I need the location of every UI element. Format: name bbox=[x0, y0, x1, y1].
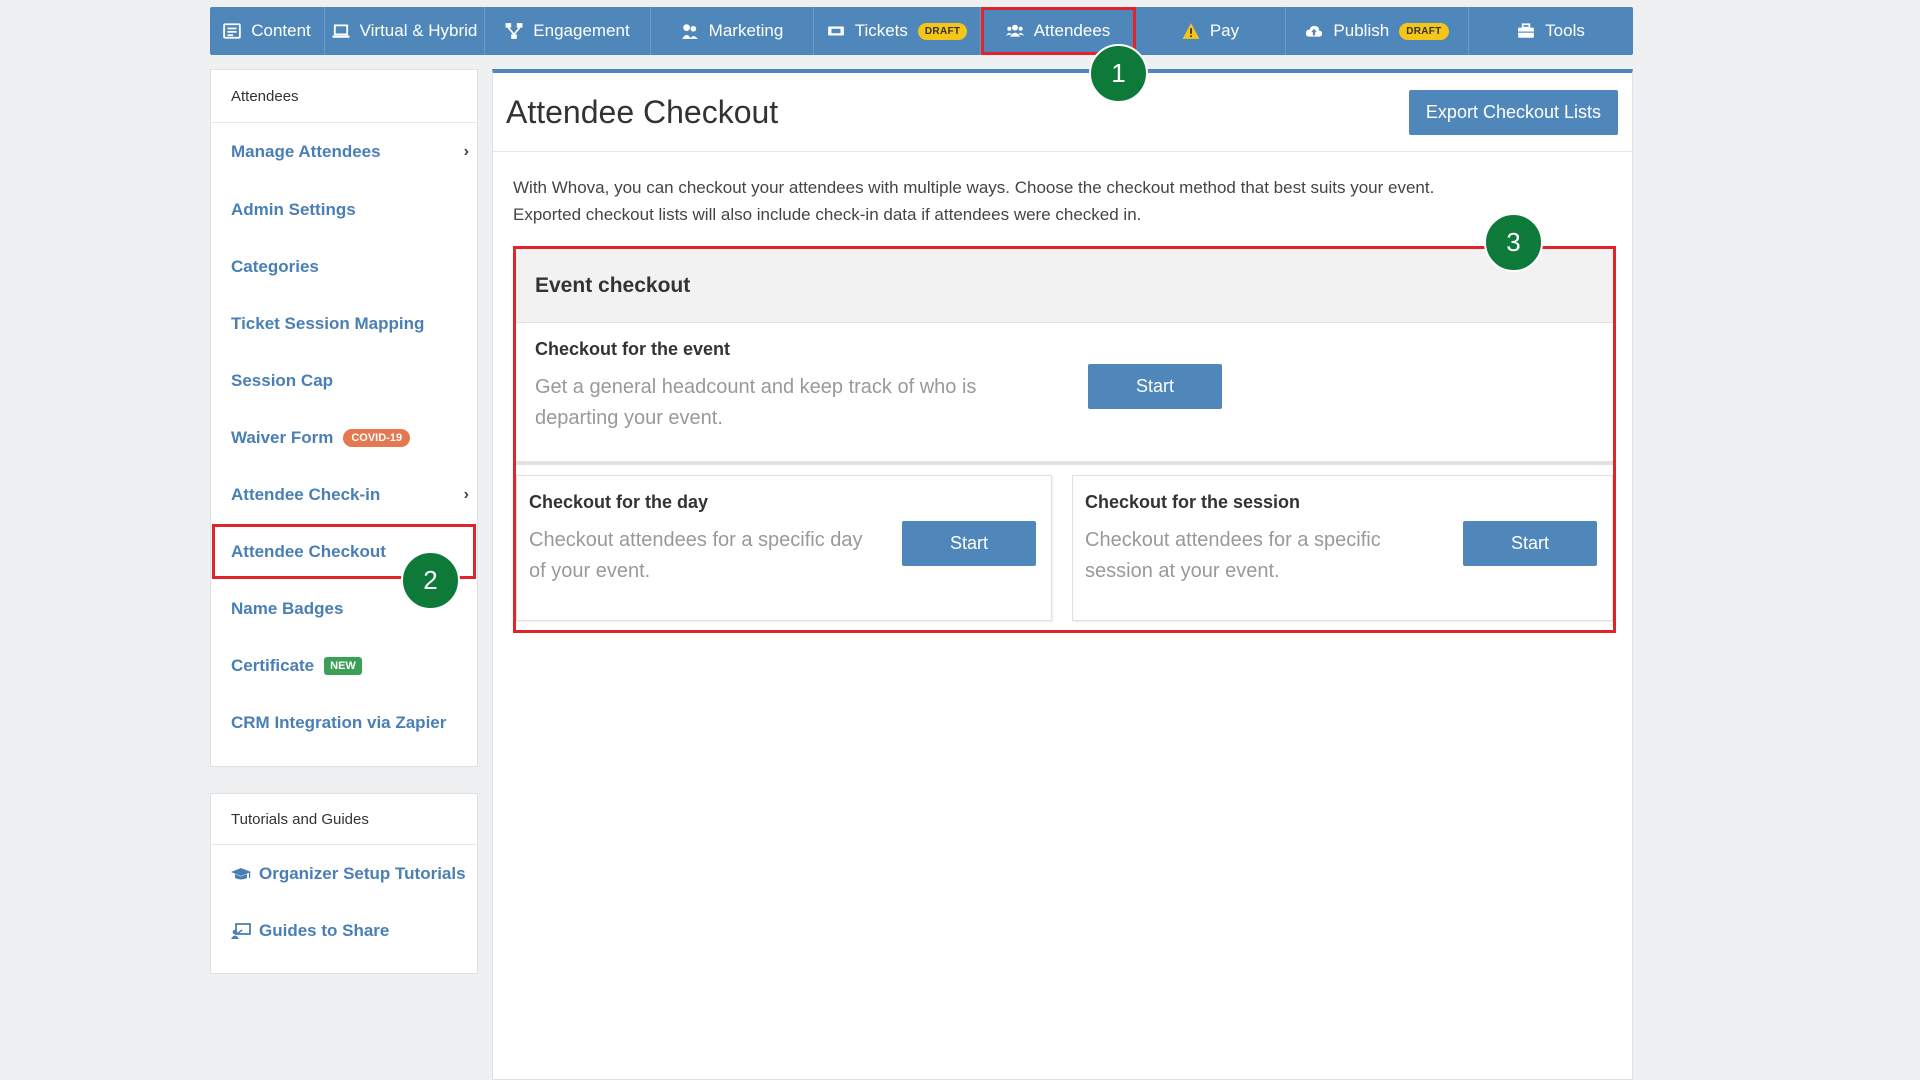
checkout-session-description: Checkout attendees for a specific sessio… bbox=[1085, 529, 1381, 582]
sidebar-item-label: Session Cap bbox=[231, 370, 334, 390]
megaphone-icon bbox=[681, 22, 699, 40]
step-marker-2: 2 bbox=[401, 551, 460, 610]
checkout-session-card: Checkout for the session Checkout attend… bbox=[1072, 475, 1613, 621]
nav-publish[interactable]: Publish DRAFT bbox=[1286, 7, 1469, 55]
sidebar-item-label: Waiver Form bbox=[231, 427, 334, 447]
sidebar-item-ticket-session-mapping[interactable]: Ticket Session Mapping bbox=[211, 295, 477, 352]
sidebar-item-label: Name Badges bbox=[231, 598, 344, 618]
nav-tools[interactable]: Tools bbox=[1469, 7, 1633, 55]
checkout-event-title: Checkout for the event bbox=[535, 339, 731, 359]
nav-tools-label: Tools bbox=[1545, 21, 1585, 40]
main-panel: Attendee Checkout Export Checkout Lists … bbox=[492, 69, 1633, 1080]
tutorials-header: Tutorials and Guides bbox=[211, 794, 477, 845]
nav-marketing[interactable]: Marketing bbox=[651, 7, 814, 55]
sidebar-item-waiver-form[interactable]: Waiver Form COVID-19 bbox=[211, 409, 477, 466]
nav-content[interactable]: Content bbox=[210, 7, 325, 55]
sidebar-header: Attendees bbox=[211, 70, 477, 123]
nav-pay-label: Pay bbox=[1209, 21, 1240, 40]
event-checkout-section: Event checkout Checkout for the event Ge… bbox=[513, 246, 1616, 633]
network-icon bbox=[505, 22, 523, 40]
toolbox-icon bbox=[1517, 22, 1535, 40]
sidebar-item-crm-integration[interactable]: CRM Integration via Zapier bbox=[211, 694, 477, 751]
nav-tickets-label: Tickets bbox=[854, 21, 908, 40]
page-title: Attendee Checkout bbox=[506, 93, 779, 130]
warning-icon bbox=[1182, 22, 1200, 40]
nav-tickets[interactable]: Tickets DRAFT bbox=[814, 7, 981, 55]
nav-content-label: Content bbox=[251, 21, 311, 40]
nav-publish-label: Publish bbox=[1333, 21, 1390, 40]
top-navigation: Content Virtual & Hybrid Engagement Mark… bbox=[210, 7, 1633, 55]
sidebar-item-label: Organizer Setup Tutorials bbox=[259, 863, 466, 883]
draft-badge: DRAFT bbox=[917, 22, 968, 40]
attendees-sidebar: Attendees Manage Attendees › Admin Setti… bbox=[210, 69, 478, 767]
covid-tag: COVID-19 bbox=[343, 428, 411, 447]
sidebar-item-certificate[interactable]: Certificate NEW bbox=[211, 637, 477, 694]
ticket-icon bbox=[827, 22, 845, 40]
checkout-day-description: Checkout attendees for a specific day of… bbox=[529, 529, 863, 582]
checkout-day-title: Checkout for the day bbox=[529, 492, 709, 512]
main-header: Attendee Checkout Export Checkout Lists bbox=[493, 73, 1632, 152]
list-icon bbox=[223, 22, 241, 40]
sidebar-item-session-cap[interactable]: Session Cap bbox=[211, 352, 477, 409]
sidebar-item-label: CRM Integration via Zapier bbox=[231, 712, 447, 732]
export-checkout-lists-button[interactable]: Export Checkout Lists bbox=[1408, 89, 1618, 135]
checkout-session-title: Checkout for the session bbox=[1085, 492, 1301, 512]
start-event-checkout-button[interactable]: Start bbox=[1088, 364, 1222, 409]
nav-virtual-hybrid[interactable]: Virtual & Hybrid bbox=[325, 7, 485, 55]
nav-virtual-hybrid-label: Virtual & Hybrid bbox=[359, 21, 478, 40]
sidebar-item-label: Ticket Session Mapping bbox=[231, 313, 425, 333]
sidebar-item-label: Manage Attendees bbox=[231, 142, 381, 161]
tutorials-sidebar: Tutorials and Guides Organizer Setup Tut… bbox=[210, 793, 478, 974]
step-marker-1: 1 bbox=[1089, 44, 1148, 103]
draft-badge: DRAFT bbox=[1399, 22, 1449, 40]
event-checkout-heading: Event checkout bbox=[516, 249, 1613, 323]
sidebar-item-label: Admin Settings bbox=[231, 199, 356, 219]
sidebar-item-label: Guides to Share bbox=[259, 920, 390, 940]
graduation-cap-icon bbox=[231, 867, 251, 879]
nav-attendees-label: Attendees bbox=[1033, 21, 1111, 40]
checkout-event-card: Checkout for the event Get a general hea… bbox=[516, 323, 1613, 465]
sidebar-item-guides-to-share[interactable]: Guides to Share bbox=[211, 902, 477, 959]
nav-marketing-label: Marketing bbox=[708, 21, 784, 40]
cloud-upload-icon bbox=[1305, 22, 1323, 40]
chevron-right-icon: › bbox=[463, 143, 469, 160]
checkout-event-description: Get a general headcount and keep track o… bbox=[535, 376, 977, 429]
sidebar-item-label: Categories bbox=[231, 256, 319, 276]
nav-pay[interactable]: Pay bbox=[1136, 7, 1286, 55]
new-tag: NEW bbox=[324, 656, 362, 675]
users-icon bbox=[1005, 22, 1024, 40]
sidebar-item-admin-settings[interactable]: Admin Settings bbox=[211, 181, 477, 238]
sidebar-item-categories[interactable]: Categories bbox=[211, 238, 477, 295]
nav-engagement[interactable]: Engagement bbox=[485, 7, 651, 55]
sidebar-item-label: Certificate bbox=[231, 655, 315, 675]
nav-engagement-label: Engagement bbox=[533, 21, 630, 40]
start-day-checkout-button[interactable]: Start bbox=[902, 521, 1036, 566]
intro-text: With Whova, you can checkout your attend… bbox=[493, 152, 1632, 228]
intro-line: Exported checkout lists will also includ… bbox=[513, 205, 1142, 224]
share-guide-icon bbox=[231, 922, 251, 939]
checkout-day-card: Checkout for the day Checkout attendees … bbox=[516, 475, 1052, 621]
laptop-icon bbox=[332, 22, 350, 40]
step-marker-3: 3 bbox=[1484, 213, 1543, 272]
sidebar-item-attendee-check-in[interactable]: Attendee Check-in › bbox=[211, 466, 477, 523]
sidebar-item-manage-attendees[interactable]: Manage Attendees › bbox=[211, 123, 477, 181]
chevron-right-icon: › bbox=[463, 485, 469, 503]
checkout-options-row: Checkout for the day Checkout attendees … bbox=[516, 465, 1613, 621]
sidebar-item-label: Attendee Check-in bbox=[231, 484, 381, 504]
sidebar-item-label: Attendee Checkout bbox=[231, 541, 386, 561]
intro-line: With Whova, you can checkout your attend… bbox=[513, 178, 1435, 197]
start-session-checkout-button[interactable]: Start bbox=[1463, 521, 1597, 566]
sidebar-item-organizer-setup-tutorials[interactable]: Organizer Setup Tutorials bbox=[211, 845, 477, 902]
